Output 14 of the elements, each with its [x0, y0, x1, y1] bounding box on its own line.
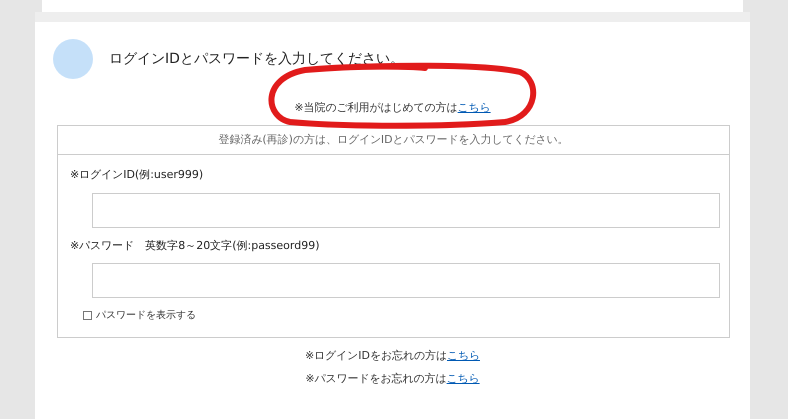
show-password-label: パスワードを表示する	[96, 308, 196, 323]
forgot-id-link-link[interactable]: こちら	[446, 349, 480, 362]
field-label: ※ログインID(例:user999)	[70, 167, 204, 183]
forgot-password-link-link[interactable]: こちら	[446, 372, 480, 384]
avatar-circle	[53, 39, 93, 79]
form-caption: 登録済み(再診)の方は、ログインIDとパスワードを入力してください。	[58, 126, 729, 155]
first-visit-note: ※当院のご利用がはじめての方はこちら	[293, 100, 492, 116]
login-id-field[interactable]	[92, 192, 720, 228]
first-visit-link-link[interactable]: こちら	[458, 101, 491, 114]
field-label: ※パスワード 英数字8～20文字(例:passeord99)	[70, 238, 320, 254]
forgot-password-note: ※パスワードをお忘れの方はこちら	[304, 370, 481, 386]
forgot-id-note: ※ログインIDをお忘れの方はこちら	[304, 348, 481, 364]
password-field[interactable]	[92, 263, 720, 298]
show-password-checkbox[interactable]	[83, 311, 92, 320]
